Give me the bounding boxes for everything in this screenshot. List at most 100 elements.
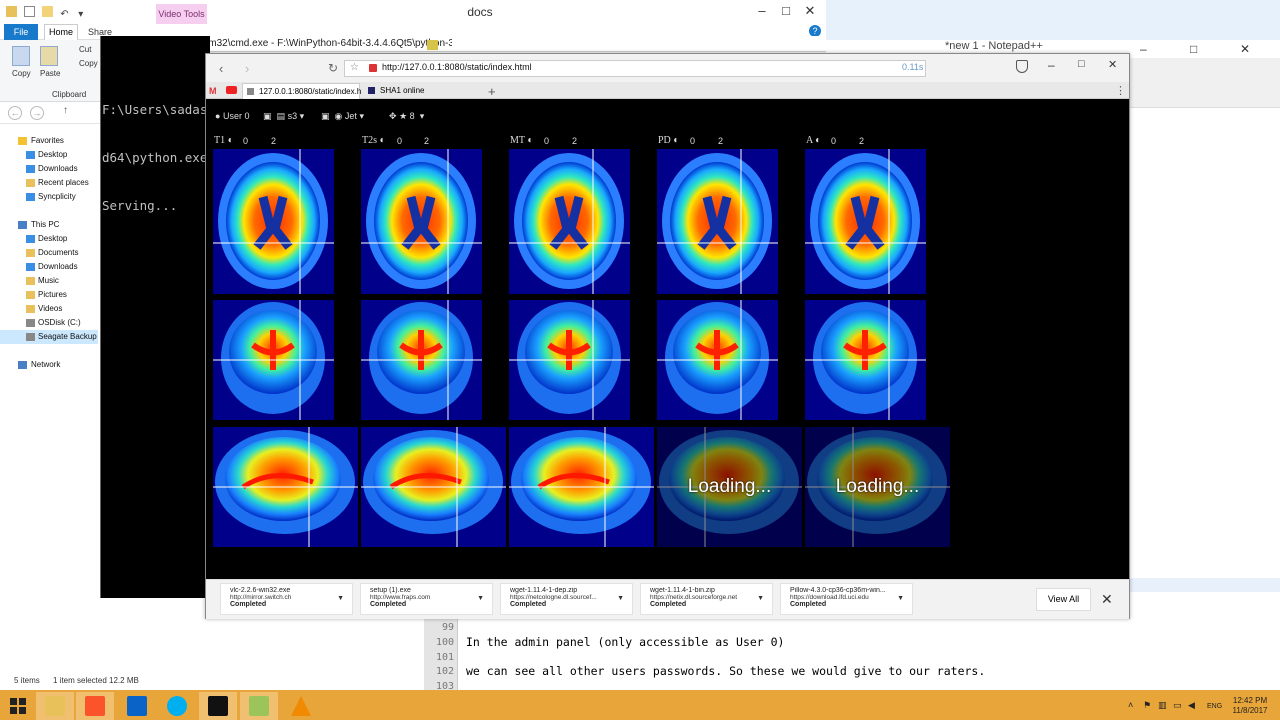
brain-coronal-t2s[interactable] [361, 300, 482, 420]
clock[interactable]: 12:42 PM 11/8/2017 [1226, 696, 1274, 716]
window-min[interactable]: 0 [397, 136, 402, 146]
contrast-icon[interactable]: ◐ [377, 135, 386, 146]
nav-network[interactable]: Network [31, 360, 60, 369]
brain-axial-mt[interactable] [509, 149, 630, 294]
window-min[interactable]: 0 [690, 136, 695, 146]
window-max[interactable]: 2 [859, 136, 864, 146]
nav-pictures[interactable]: Pictures [38, 290, 67, 299]
contrast-icon[interactable]: ◐ [813, 135, 821, 146]
brain-coronal-t1[interactable] [213, 300, 334, 420]
chevron-down-icon[interactable]: ▼ [477, 595, 484, 602]
nav-documents[interactable]: Documents [38, 248, 78, 257]
brain-axial-a[interactable] [805, 149, 926, 294]
taskbar-notepadpp[interactable] [240, 692, 278, 720]
tab-sha1[interactable]: SHA1 online [364, 83, 479, 99]
window-max[interactable]: 2 [572, 136, 577, 146]
nav-music[interactable]: Music [38, 276, 59, 285]
brain-sagittal-t2s[interactable] [361, 427, 506, 547]
download-item[interactable]: vlc-2.2.6-win32.exe http://mirror.switch… [220, 583, 353, 615]
brain-axial-t1[interactable] [213, 149, 334, 294]
maximize-button[interactable]: □ [775, 2, 797, 20]
user-selector[interactable]: ● User 0 [215, 111, 249, 121]
battery-icon[interactable]: ▭ [1173, 700, 1182, 711]
brain-coronal-a[interactable] [805, 300, 926, 420]
flag-icon[interactable]: ⚑ [1143, 700, 1151, 711]
colormap-selector[interactable]: ▣ ◉ Jet ▾ [321, 111, 364, 122]
download-item[interactable]: wget-1.11.4-1-bin.zip https://netix.dl.s… [640, 583, 773, 615]
chevron-down-icon[interactable]: ▼ [337, 595, 344, 602]
contrast-icon[interactable]: ◐ [525, 135, 533, 146]
copy-button[interactable]: Copy [12, 69, 31, 78]
notepad-editor[interactable] [424, 618, 1280, 690]
chevron-down-icon[interactable]: ▼ [897, 595, 904, 602]
chevron-up-icon[interactable]: ˄ [1128, 700, 1133, 710]
maximize-button[interactable]: □ [1190, 42, 1197, 56]
window-max[interactable]: 2 [718, 136, 723, 146]
nav-osdisk[interactable]: OSDisk (C:) [38, 318, 81, 327]
window-max[interactable]: 2 [424, 136, 429, 146]
view-all-button[interactable]: View All [1036, 588, 1091, 611]
close-icon[interactable]: ✕ [1101, 591, 1113, 608]
brain-sagittal-t1[interactable] [213, 427, 358, 547]
brain-coronal-pd[interactable] [657, 300, 778, 420]
forward-icon[interactable]: → [30, 106, 44, 120]
network-icon[interactable]: ▥ [1158, 700, 1167, 711]
brain-coronal-mt[interactable] [509, 300, 630, 420]
download-item[interactable]: Pillow-4.3.0-cp36-cp36m-win... https://d… [780, 583, 913, 615]
brain-axial-pd[interactable] [657, 149, 778, 294]
gmail-icon[interactable]: M [209, 86, 217, 96]
minimize-button[interactable]: – [1048, 58, 1055, 72]
taskbar-explorer[interactable] [36, 692, 74, 720]
forward-icon[interactable]: › [245, 61, 249, 76]
taskbar-browser[interactable] [76, 692, 114, 720]
contrast-icon[interactable]: ◐ [225, 135, 234, 146]
tab-index[interactable]: 127.0.0.1:8080/static/index.h [242, 83, 361, 99]
taskbar-vlc[interactable] [282, 692, 320, 720]
chevron-down-icon[interactable]: ▼ [757, 595, 764, 602]
video-tools-tab[interactable]: Video Tools [156, 4, 207, 24]
window-min[interactable]: 0 [831, 136, 836, 146]
window-min[interactable]: 0 [243, 136, 248, 146]
tab-file[interactable]: File [4, 24, 38, 40]
reload-icon[interactable]: ↻ [328, 61, 338, 75]
tab-home[interactable]: Home [44, 24, 78, 40]
taskbar-cmd[interactable] [199, 692, 237, 720]
copy-icon[interactable] [12, 46, 30, 66]
subject-selector[interactable]: ▣ ▤ s3 ▾ [263, 111, 304, 122]
chevron-down-icon[interactable]: ▼ [617, 595, 624, 602]
brain-sagittal-a[interactable]: Loading... [805, 427, 950, 547]
menu-icon[interactable]: ⋮ [1115, 84, 1126, 97]
nav-seagate-backup[interactable]: Seagate Backup [38, 332, 97, 341]
rating-selector[interactable]: ✥ ★ 8 ▾ [389, 111, 424, 122]
close-button[interactable]: ✕ [1108, 58, 1117, 71]
language-indicator[interactable]: ENG [1207, 703, 1222, 710]
brain-axial-t2s[interactable] [361, 149, 482, 294]
properties-icon[interactable] [24, 6, 36, 17]
close-button[interactable]: ✕ [1240, 42, 1250, 56]
new-folder-icon[interactable] [42, 6, 54, 17]
up-icon[interactable]: ↑ [63, 105, 68, 116]
folder-icon[interactable] [6, 6, 17, 17]
window-min[interactable]: 0 [544, 136, 549, 146]
contrast-icon[interactable]: ◐ [671, 135, 679, 146]
back-icon[interactable]: ‹ [219, 61, 223, 76]
nav-recent-places[interactable]: Recent places [38, 178, 89, 187]
back-icon[interactable]: ← [8, 106, 22, 120]
nav-syncplicity[interactable]: Syncplicity [38, 192, 76, 201]
volume-icon[interactable]: ◀ [1188, 700, 1195, 711]
window-max[interactable]: 2 [271, 136, 276, 146]
nav-favorites[interactable]: Favorites [31, 136, 64, 145]
nav-downloads[interactable]: Downloads [38, 164, 78, 173]
cut-button[interactable]: Cut [79, 45, 91, 54]
paste-button[interactable]: Paste [40, 69, 60, 78]
nav-this-pc[interactable]: This PC [31, 220, 59, 229]
download-item[interactable]: wget-1.11.4-1-dep.zip https://netcologne… [500, 583, 633, 615]
maximize-button[interactable]: □ [1078, 58, 1085, 70]
brain-sagittal-mt[interactable] [509, 427, 654, 547]
nav-pc-desktop[interactable]: Desktop [38, 234, 67, 243]
new-tab-icon[interactable]: + [488, 84, 496, 99]
minimize-button[interactable]: – [751, 2, 773, 20]
undo-icon[interactable]: ↶ [60, 9, 71, 20]
shield-icon[interactable] [1016, 60, 1028, 73]
nav-desktop[interactable]: Desktop [38, 150, 67, 159]
